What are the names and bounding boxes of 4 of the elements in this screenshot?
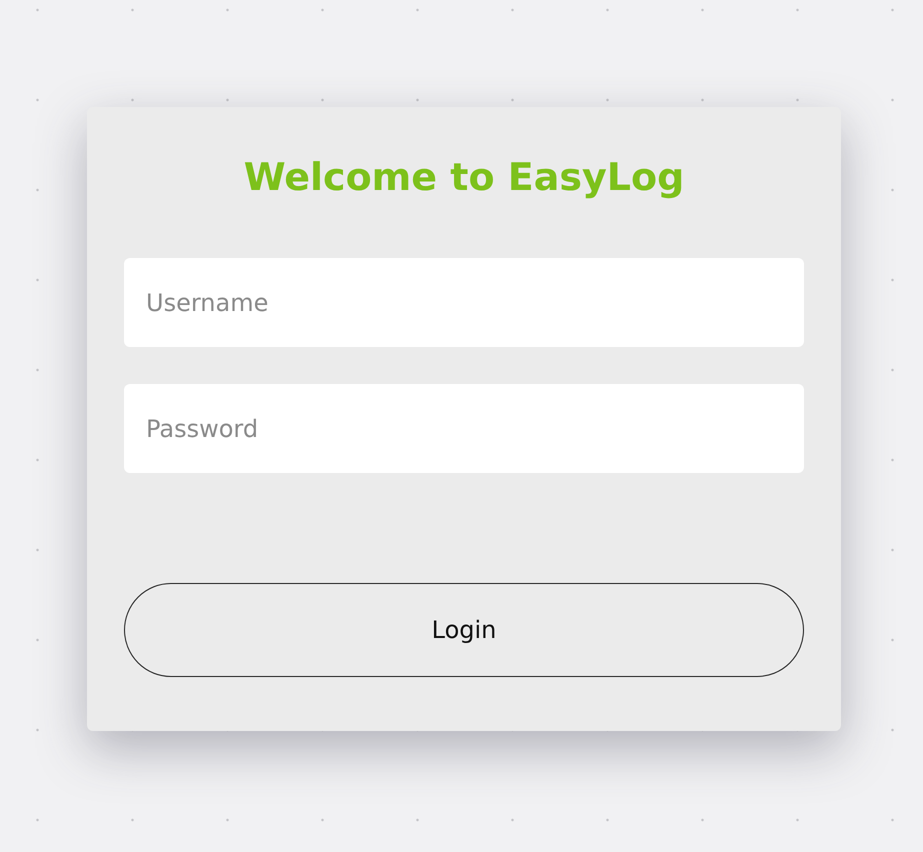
password-field[interactable]: Password [124,384,804,474]
username-field[interactable]: Username [124,258,804,348]
welcome-title: Welcome to EasyLog [244,154,684,201]
login-button[interactable]: Login [124,583,804,678]
